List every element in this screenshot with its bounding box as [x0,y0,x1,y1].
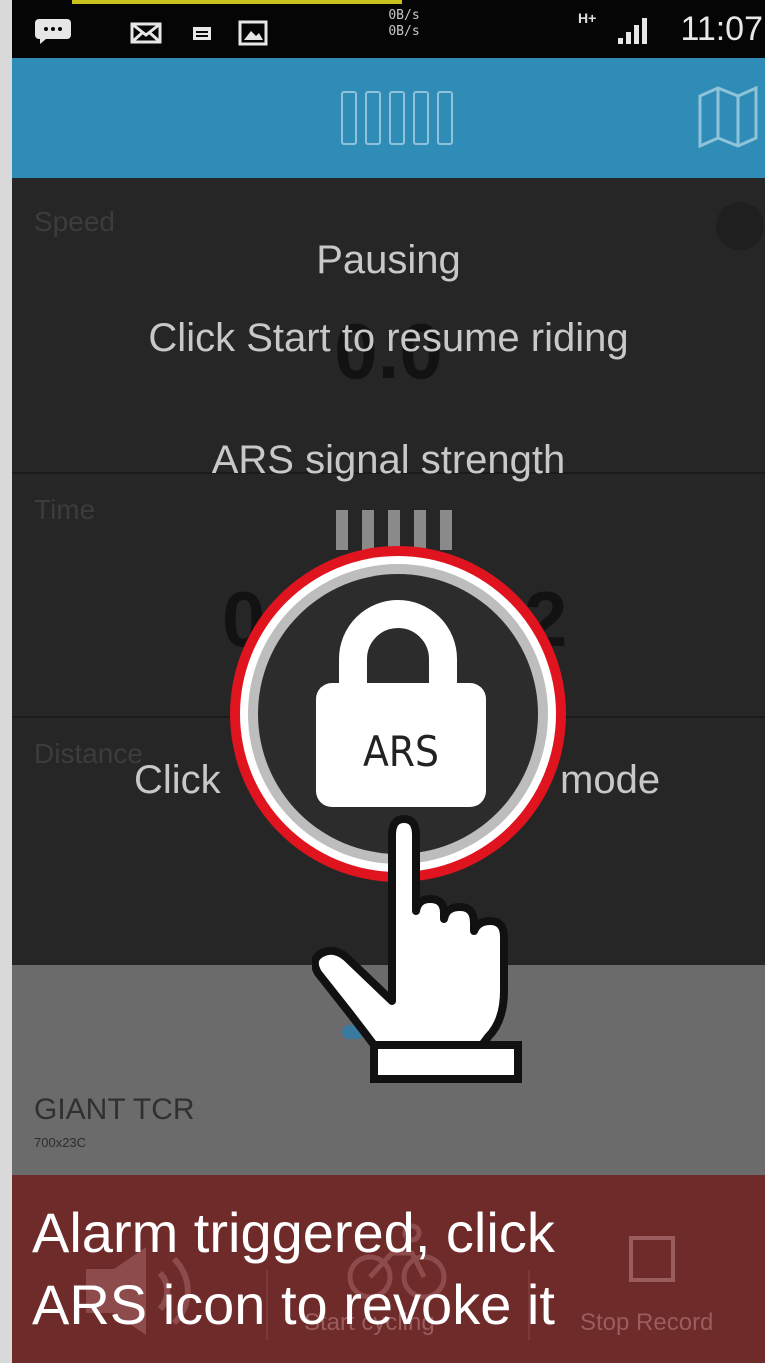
device-tire: 700x23C [34,1135,87,1150]
message-icon [35,19,71,44]
signal-icon [618,18,647,44]
upload-speed: 0B/s [388,8,420,23]
speed-label: Speed [34,206,115,237]
resume-hint: Click Start to resume riding [148,316,629,360]
phone-screen: 0B/s 0B/s H+ 11:07 Speed 0.0 Time 0 2 Di… [12,0,765,1363]
hand-pointer-icon [312,815,522,1083]
mail-icon [130,22,162,44]
mode-hint-left: Click [134,758,221,802]
sms-icon [193,27,211,40]
alarm-line-1: Alarm triggered, click [32,1201,555,1264]
image-icon [238,20,268,46]
app-bar [12,58,765,178]
ars-label: ARS [362,727,440,776]
download-speed: 0B/s [388,24,420,39]
status-bar: 0B/s 0B/s H+ 11:07 [12,0,765,58]
device-name: GIANT TCR [34,1093,195,1126]
alarm-line-2: ARS icon to revoke it [32,1273,555,1336]
signal-strength-label: ARS signal strength [211,438,566,482]
distance-label: Distance [34,738,143,769]
ars-signal-bars-icon [341,91,453,145]
status-progress-tick [72,0,402,4]
network-type: H+ [578,10,597,26]
pausing-title: Pausing [316,238,461,282]
map-icon[interactable] [696,84,760,148]
clock: 11:07 [680,10,763,48]
mode-hint-right: mode [560,758,661,802]
alarm-message: Alarm triggered, click ARS icon to revok… [32,1197,752,1341]
network-speed: 0B/s 0B/s [374,8,434,40]
bottom-bar: Start cycling Stop Record Alarm triggere… [12,1175,765,1363]
time-label: Time [34,494,96,525]
